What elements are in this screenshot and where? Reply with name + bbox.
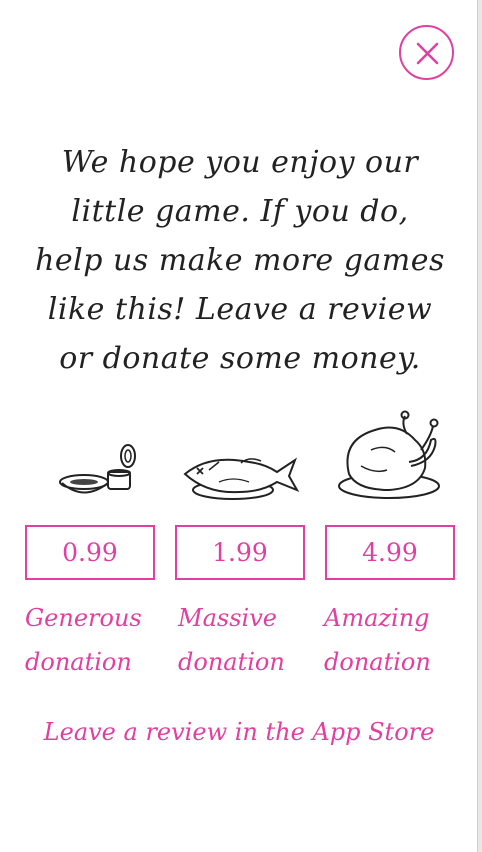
donation-label-line: Amazing bbox=[324, 604, 430, 632]
support-message: We hope you enjoy our little game. If yo… bbox=[12, 138, 468, 383]
donation-label-massive[interactable]: Massive donation bbox=[178, 596, 318, 684]
donation-label-line: Generous bbox=[25, 604, 142, 632]
close-button[interactable] bbox=[399, 25, 454, 80]
price-label: 4.99 bbox=[362, 538, 418, 567]
donation-label-line: Massive bbox=[178, 604, 277, 632]
donation-label-line: donation bbox=[25, 648, 132, 676]
roast-chicken-icon bbox=[335, 410, 447, 504]
donation-label-line: donation bbox=[324, 648, 431, 676]
close-icon bbox=[416, 42, 439, 65]
message-line: or donate some money. bbox=[59, 341, 421, 376]
donate-button-amazing[interactable]: 4.99 bbox=[325, 525, 455, 580]
donation-label-generous[interactable]: Generous donation bbox=[25, 596, 165, 684]
donation-screen: We hope you enjoy our little game. If yo… bbox=[0, 0, 478, 852]
donation-label-amazing[interactable]: Amazing donation bbox=[324, 596, 464, 684]
message-line: help us make more games bbox=[35, 243, 445, 278]
donate-button-generous[interactable]: 0.99 bbox=[25, 525, 155, 580]
price-label: 1.99 bbox=[212, 538, 268, 567]
leave-review-link[interactable]: Leave a review in the App Store bbox=[0, 718, 478, 746]
screen-edge bbox=[477, 0, 482, 852]
price-label: 0.99 bbox=[62, 538, 118, 567]
message-line: little game. If you do, bbox=[71, 194, 409, 229]
message-line: We hope you enjoy our bbox=[61, 145, 419, 180]
donation-label-line: donation bbox=[178, 648, 285, 676]
fish-on-plate-icon bbox=[179, 446, 301, 508]
donate-button-massive[interactable]: 1.99 bbox=[175, 525, 305, 580]
cat-food-bowl-icon bbox=[56, 442, 140, 500]
message-line: like this! Leave a review bbox=[47, 292, 433, 327]
